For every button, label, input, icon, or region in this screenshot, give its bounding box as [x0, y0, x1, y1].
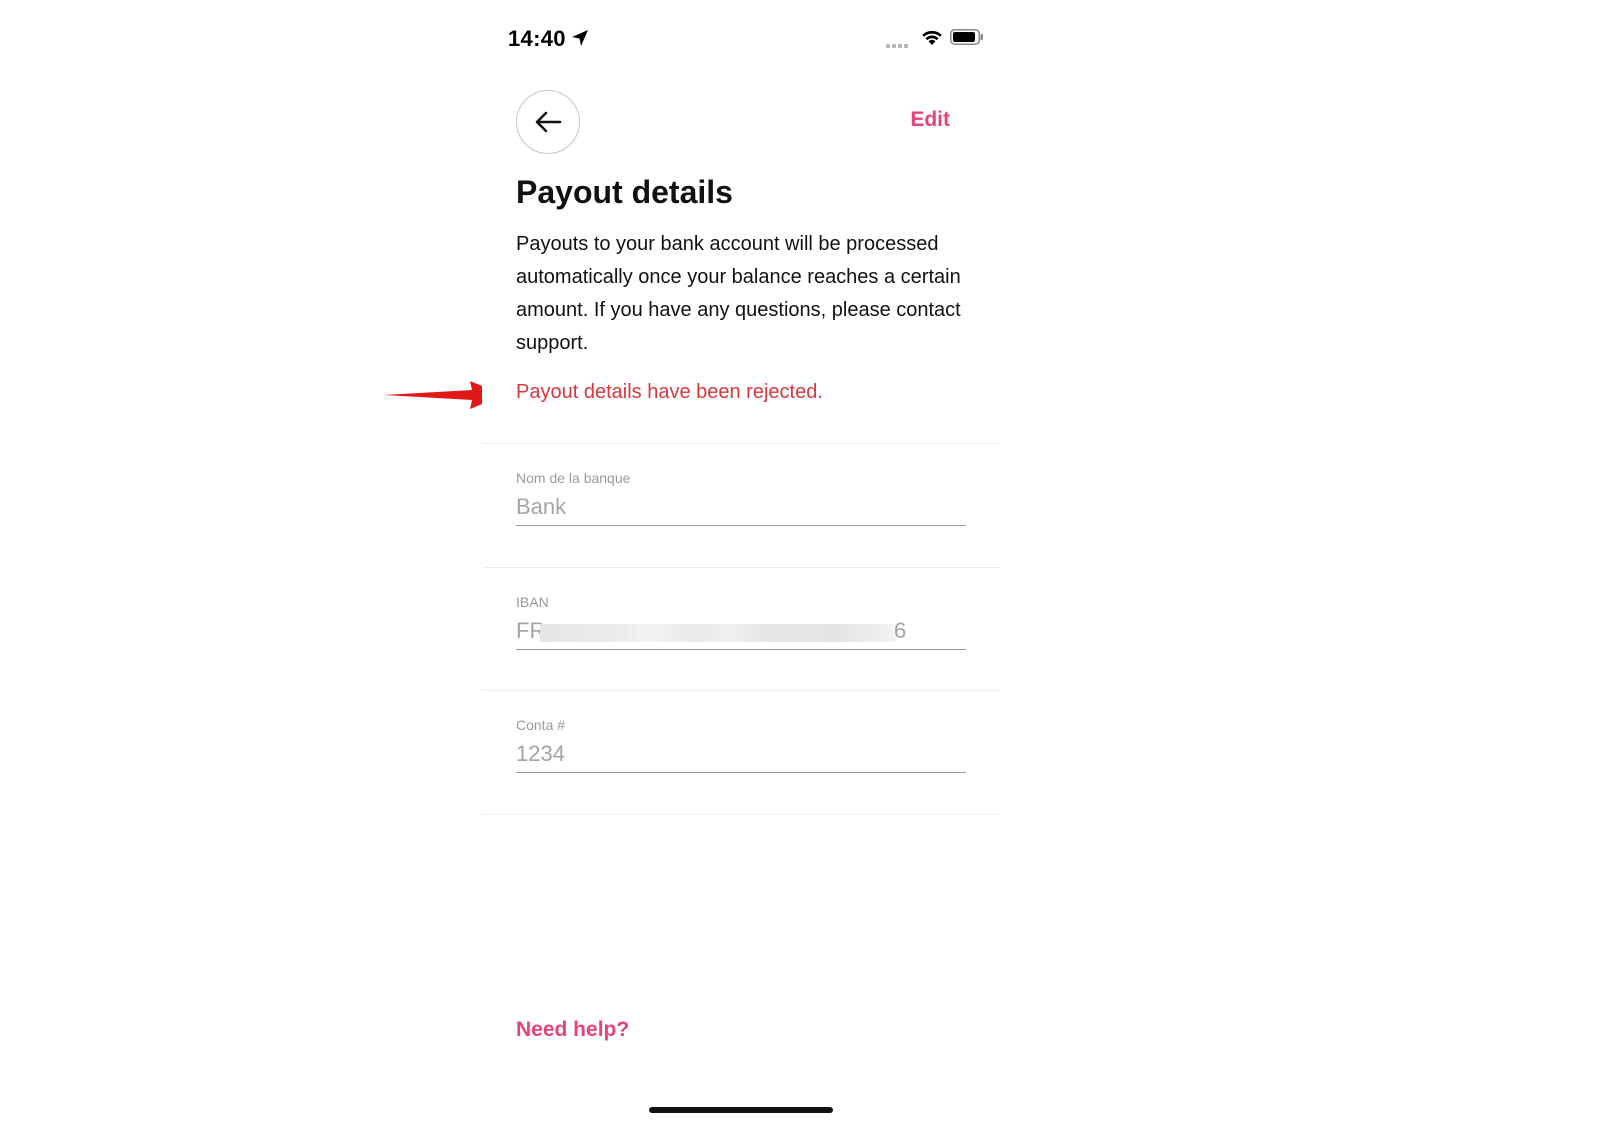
- battery-icon: [950, 29, 983, 45]
- phone-screen: 14:40 Edit Payout details Payouts to you…: [482, 0, 1000, 1142]
- iban-label: IBAN: [516, 594, 549, 610]
- page-title: Payout details: [516, 174, 733, 210]
- status-bar: 14:40: [482, 22, 1000, 56]
- bank-name-field[interactable]: Bank: [516, 490, 966, 526]
- form-divider: [482, 814, 1000, 815]
- wifi-icon: [922, 30, 942, 45]
- bank-name-label: Nom de la banque: [516, 470, 631, 486]
- account-number-label: Conta #: [516, 717, 566, 733]
- rejection-error-message: Payout details have been rejected.: [516, 381, 823, 403]
- need-help-link[interactable]: Need help?: [516, 1018, 629, 1042]
- arrow-left-icon: [535, 111, 562, 133]
- back-button[interactable]: [516, 90, 580, 154]
- account-number-section: Conta # 1234: [482, 690, 1000, 814]
- edit-button[interactable]: Edit: [910, 108, 950, 132]
- iban-redacted-blur: [540, 624, 896, 642]
- screenshot-canvas: 14:40 Edit Payout details Payouts to you…: [0, 0, 1612, 1142]
- status-time: 14:40: [508, 26, 566, 51]
- iban-suffix: 6: [894, 618, 907, 643]
- home-indicator[interactable]: [649, 1107, 833, 1113]
- iban-section: IBAN FR 6: [482, 567, 1000, 691]
- page-description: Payouts to your bank account will be pro…: [516, 233, 961, 354]
- location-arrow-icon: [572, 30, 588, 46]
- iban-field[interactable]: FR 6: [516, 614, 966, 650]
- cellular-signal-icon: [886, 44, 908, 48]
- account-number-field[interactable]: 1234: [516, 737, 966, 773]
- bank-name-section: Nom de la banque Bank: [482, 443, 1000, 567]
